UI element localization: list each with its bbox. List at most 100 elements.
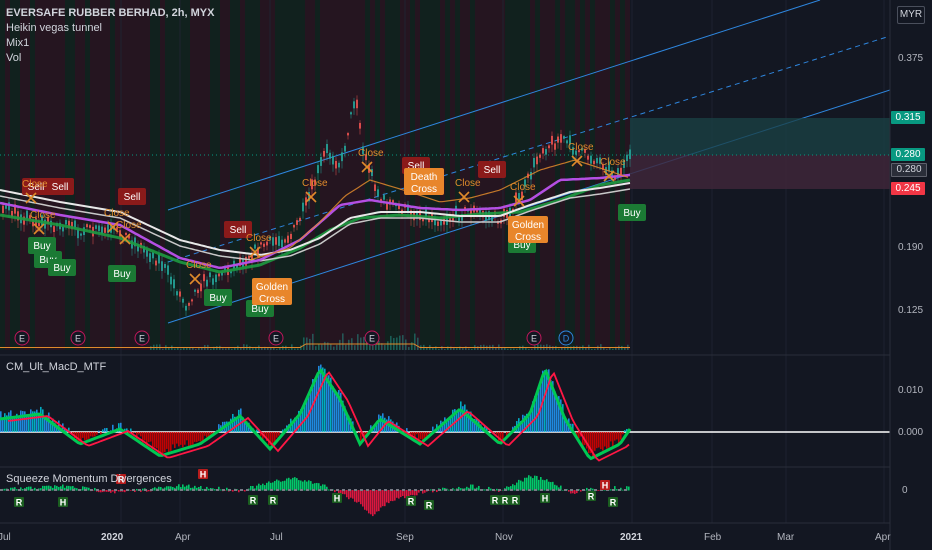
squeeze-histogram-bar bbox=[196, 487, 198, 491]
candle-body bbox=[293, 224, 295, 228]
candle-body bbox=[275, 237, 277, 245]
chart-canvas[interactable]: Sell SellSellSellSell SellBuyBuyBuyBuyBuyB… bbox=[0, 0, 932, 550]
squeeze-pane-title[interactable]: Squeeze Momentum Divergences bbox=[6, 473, 172, 485]
background-stripe bbox=[555, 0, 560, 350]
squeeze-dot bbox=[54, 489, 57, 491]
signal-text: Cross bbox=[515, 232, 541, 243]
candle-body bbox=[191, 299, 193, 302]
squeeze-histogram-bar bbox=[398, 490, 400, 499]
volume-bar bbox=[324, 341, 326, 350]
squeeze-histogram-bar bbox=[280, 481, 282, 491]
macd-axis-label: 0.010 bbox=[898, 385, 924, 396]
squeeze-dot bbox=[186, 489, 189, 491]
candle-body bbox=[350, 112, 352, 115]
volume-bar bbox=[441, 346, 443, 350]
macd-histogram-bar bbox=[594, 432, 596, 451]
macd-histogram-bar bbox=[138, 432, 140, 435]
volume-bar bbox=[519, 346, 521, 350]
symbol-title[interactable]: EVERSAFE RUBBER BERHAD, 2h, MYX bbox=[6, 6, 214, 21]
squeeze-dot bbox=[96, 489, 99, 491]
squeeze-dot bbox=[300, 489, 303, 491]
squeeze-dot bbox=[576, 489, 579, 491]
candle-body bbox=[620, 167, 622, 175]
squeeze-histogram-bar bbox=[64, 487, 66, 491]
macd-histogram-bar bbox=[144, 432, 146, 441]
macd-histogram-bar bbox=[620, 432, 622, 440]
background-stripe bbox=[310, 0, 315, 350]
volume-bar bbox=[321, 344, 323, 350]
background-stripe bbox=[550, 0, 555, 350]
squeeze-dot bbox=[216, 489, 219, 491]
squeeze-dot bbox=[324, 489, 327, 491]
squeeze-dot bbox=[78, 489, 81, 491]
squeeze-histogram-bar bbox=[370, 490, 372, 515]
macd-histogram-bar bbox=[86, 432, 88, 440]
squeeze-dot bbox=[546, 489, 549, 491]
candle-body bbox=[164, 263, 166, 268]
time-axis-label: Apr bbox=[175, 532, 191, 543]
candle-body bbox=[155, 260, 157, 266]
background-stripe bbox=[590, 0, 595, 350]
close-label: Close bbox=[246, 233, 272, 244]
candle-body bbox=[545, 149, 547, 155]
candle-body bbox=[320, 157, 322, 166]
volume-bar bbox=[216, 346, 218, 350]
time-axis-label: Apr bbox=[875, 532, 891, 543]
squeeze-dot bbox=[426, 489, 429, 491]
squeeze-dot bbox=[618, 489, 621, 491]
volume-bar bbox=[603, 347, 605, 350]
squeeze-dot bbox=[270, 489, 273, 491]
squeeze-histogram-bar bbox=[460, 488, 462, 491]
squeeze-histogram-bar bbox=[118, 490, 120, 492]
squeeze-dot bbox=[6, 489, 9, 491]
volume-bar bbox=[456, 348, 458, 350]
squeeze-histogram-bar bbox=[4, 488, 6, 491]
macd-pane-title[interactable]: CM_Ult_MacD_MTF bbox=[6, 361, 106, 373]
signal-text: Death bbox=[411, 172, 438, 183]
indicator-heikin-vegas[interactable]: Heikin vegas tunnel bbox=[6, 21, 214, 36]
macd-histogram-bar bbox=[140, 432, 142, 437]
squeeze-dot bbox=[150, 489, 153, 491]
indicator-mix1[interactable]: Mix1 bbox=[6, 36, 214, 51]
volume-bar bbox=[558, 348, 560, 350]
squeeze-histogram-bar bbox=[448, 489, 450, 491]
time-axis-label: 2021 bbox=[620, 532, 643, 543]
background-stripe bbox=[465, 0, 470, 350]
squeeze-dot bbox=[444, 489, 447, 491]
volume-bar bbox=[399, 335, 401, 350]
buy-signal: Buy bbox=[108, 265, 136, 282]
squeeze-histogram-bar bbox=[472, 484, 474, 491]
squeeze-dot bbox=[66, 489, 69, 491]
squeeze-histogram-bar bbox=[536, 475, 538, 491]
squeeze-dot bbox=[144, 489, 147, 491]
macd-histogram-bar bbox=[332, 386, 334, 432]
macd-histogram-bar bbox=[616, 432, 618, 440]
volume-bar bbox=[591, 348, 593, 350]
squeeze-histogram-bar bbox=[354, 490, 356, 502]
background-stripe bbox=[595, 0, 600, 350]
indicator-vol[interactable]: Vol bbox=[6, 51, 214, 66]
event-letter: D bbox=[563, 334, 570, 344]
squeeze-dot bbox=[84, 489, 87, 491]
macd-histogram-bar bbox=[12, 416, 14, 432]
macd-histogram-bar bbox=[92, 432, 94, 437]
volume-bar bbox=[354, 345, 356, 350]
candle-body bbox=[371, 169, 373, 177]
close-label: Close bbox=[116, 220, 142, 231]
volume-bar bbox=[531, 348, 533, 350]
divergence-letter: R bbox=[588, 492, 595, 502]
background-stripe bbox=[320, 0, 325, 350]
squeeze-histogram-bar bbox=[490, 488, 492, 491]
macd-histogram-bar bbox=[170, 432, 172, 451]
squeeze-histogram-bar bbox=[350, 490, 352, 498]
squeeze-histogram-bar bbox=[364, 490, 366, 510]
squeeze-dot bbox=[102, 489, 105, 491]
currency-button[interactable]: MYR bbox=[897, 6, 925, 24]
macd-histogram-bar bbox=[18, 415, 20, 432]
candle-body bbox=[392, 200, 394, 203]
candle-body bbox=[539, 154, 541, 158]
candle-body bbox=[209, 272, 211, 278]
candle-body bbox=[422, 218, 424, 222]
macd-histogram-bar bbox=[94, 432, 96, 437]
volume-bar bbox=[162, 348, 164, 350]
